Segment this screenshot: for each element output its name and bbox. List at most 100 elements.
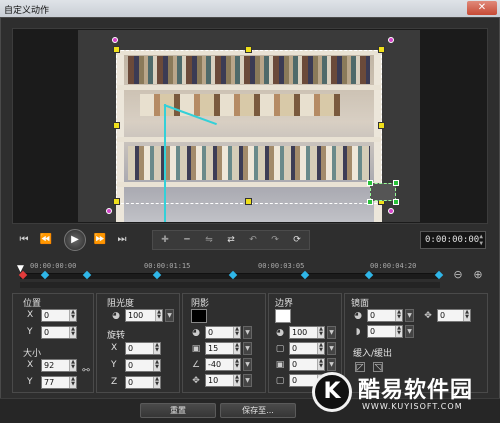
border-opacity-dropdown-icon[interactable]: ▼ [327, 326, 336, 339]
link-icon[interactable]: ⚯ [81, 366, 91, 376]
rotation-x-label: X [111, 343, 118, 353]
corner-handle-bottom-left[interactable] [106, 208, 112, 214]
resize-handle-top[interactable] [245, 46, 252, 53]
go-to-end-icon[interactable]: ⏭ [114, 232, 130, 248]
rotation-y-field[interactable]: 0 ▲ ▼ [125, 359, 161, 372]
position-label: 位置 [23, 299, 42, 309]
shadow-angle-icon: ∠ [191, 360, 201, 370]
add-keyframe-icon[interactable]: ✚ [157, 233, 173, 247]
shadow-handle-1[interactable] [367, 180, 373, 186]
size-label: 大小 [23, 349, 42, 359]
corner-handle-top-left[interactable] [112, 37, 118, 43]
opacity-dropdown-icon[interactable]: ▼ [165, 309, 174, 322]
resize-handle-top-right[interactable] [378, 46, 385, 53]
timeline-scrollbar[interactable] [20, 282, 440, 288]
border-width-icon: ▢ [275, 344, 285, 354]
go-to-start-icon[interactable]: ⏮ [16, 232, 32, 248]
shadow-label: 阴影 [191, 299, 210, 309]
shadow-blur-icon: ▣ [191, 344, 201, 354]
rotation-y-label: Y [111, 360, 117, 370]
border-width-dropdown-icon[interactable]: ▼ [327, 342, 336, 355]
shadow-handle-2[interactable] [393, 180, 399, 186]
opacity-icon: ◕ [112, 311, 120, 321]
close-icon[interactable]: ✕ [467, 1, 497, 15]
timecode-spinner-icon[interactable]: ▲ ▼ [479, 233, 483, 247]
swap-icon[interactable]: ⇄ [223, 233, 239, 247]
resize-handle-top-left[interactable] [113, 46, 120, 53]
ruler-label: 00:00:01:15 [144, 262, 191, 270]
shadow-distance-field[interactable]: 10 ▲ ▼ [205, 374, 241, 387]
timecode-value: 0:00:00:00 [425, 235, 480, 245]
shadow-blur-dropdown-icon[interactable]: ▼ [243, 342, 252, 355]
position-y-field[interactable]: 0 ▲ ▼ [41, 326, 77, 339]
border-width-field[interactable]: 0 ▲ ▼ [289, 342, 325, 355]
mirror-opacity-dropdown-icon[interactable]: ▼ [405, 309, 414, 322]
resize-handle-left[interactable] [113, 122, 120, 129]
play-icon: ▶ [71, 234, 79, 245]
size-y-field[interactable]: 77 ▲ ▼ [41, 376, 77, 389]
mirror-opacity-field[interactable]: 0 ▲ ▼ [367, 309, 403, 322]
mirror-move-icon: ✥ [424, 311, 432, 321]
shadow-handle-4[interactable] [393, 199, 399, 205]
shadow-distance-icon: ✥ [192, 376, 200, 386]
rotation-z-field[interactable]: 0 ▲ ▼ [125, 376, 161, 389]
watermark: K 酷易软件园 WWW.KUYISOFT.COM [308, 366, 500, 423]
rotation-x-field[interactable]: 0 ▲ ▼ [125, 342, 161, 355]
opacity-field[interactable]: 100 ▲ ▼ [125, 309, 163, 322]
shadow-opacity-dropdown-icon[interactable]: ▼ [243, 326, 252, 339]
prev-frame-icon[interactable]: ⏪ [38, 232, 54, 248]
reverse-icon[interactable]: ⇋ [201, 233, 217, 247]
timecode-field[interactable]: 0:00:00:00 ▲ ▼ [420, 231, 486, 249]
zoom-out-icon[interactable]: ⊖ [452, 269, 464, 281]
position-y-label: Y [27, 327, 33, 337]
position-x-field[interactable]: 0 ▲ ▼ [41, 309, 77, 322]
border-radius-icon: ▢ [275, 376, 285, 386]
ruler-label: 00:00:04:20 [370, 262, 417, 270]
shadow-distance-dropdown-icon[interactable]: ▼ [243, 374, 252, 387]
fade-label: 缓入/缓出 [353, 349, 393, 359]
timeline[interactable]: 00:00:00:00 00:00:01:15 00:00:03:05 00:0… [12, 260, 488, 290]
mirror-fade-field[interactable]: 0 ▲ ▼ [367, 325, 403, 338]
selection-rectangle[interactable] [116, 50, 382, 204]
watermark-url: WWW.KUYISOFT.COM [362, 402, 463, 411]
mirror-fade-dropdown-icon[interactable]: ▼ [405, 325, 414, 338]
corner-handle-bottom-right[interactable] [388, 208, 394, 214]
save-to-button[interactable]: 保存至... [220, 403, 296, 418]
title-bar: 自定义动作 ✕ [0, 0, 500, 17]
next-frame-icon[interactable]: ⏩ [92, 232, 108, 248]
corner-handle-top-right[interactable] [388, 37, 394, 43]
remove-keyframe-icon[interactable]: ━ [179, 233, 195, 247]
rotation-z-label: Z [111, 377, 118, 387]
shadow-opacity-field[interactable]: 0 ▲ ▼ [205, 326, 241, 339]
border-blur-icon: ▣ [275, 360, 285, 370]
size-x-label: X [27, 360, 34, 370]
ruler-label: 00:00:00:00 [30, 262, 77, 270]
zoom-in-icon[interactable]: ⊕ [472, 269, 484, 281]
play-button[interactable]: ▶ [64, 229, 86, 251]
move-right-icon[interactable]: ↷ [267, 233, 283, 247]
resize-handle-bottom[interactable] [245, 198, 252, 205]
preview-canvas[interactable] [78, 30, 420, 222]
shadow-angle-field[interactable]: -40 ▲ ▼ [205, 358, 241, 371]
move-left-icon[interactable]: ↶ [245, 233, 261, 247]
timeline-ruler: 00:00:00:00 00:00:01:15 00:00:03:05 00:0… [20, 262, 440, 272]
border-opacity-field[interactable]: 100 ▲ ▼ [289, 326, 325, 339]
mirror-distance-field[interactable]: 0 ▲ ▼ [437, 309, 471, 322]
mirror-label: 镜面 [351, 299, 370, 309]
shadow-opacity-icon: ◕ [192, 328, 200, 338]
position-x-label: X [27, 310, 34, 320]
opacity-label: 阻光度 [107, 299, 135, 309]
resize-handle-bottom-left[interactable] [113, 198, 120, 205]
reset-icon[interactable]: ⟳ [289, 233, 305, 247]
shadow-color-swatch[interactable] [191, 309, 207, 323]
border-label: 边界 [275, 299, 294, 309]
position-size-panel: 位置 X 0 ▲ ▼ Y 0 ▲ ▼ 大小 X 92 ▲ ▼ Y 77 ▲ ▼ ⚯ [12, 293, 94, 393]
resize-handle-right[interactable] [378, 122, 385, 129]
shadow-blur-field[interactable]: 15 ▲ ▼ [205, 342, 241, 355]
shadow-handle-3[interactable] [367, 199, 373, 205]
size-x-field[interactable]: 92 ▲ ▼ [41, 359, 77, 372]
border-color-swatch[interactable] [275, 309, 291, 323]
reset-button[interactable]: 重置 [140, 403, 216, 418]
shadow-angle-dropdown-icon[interactable]: ▼ [243, 358, 252, 371]
mirror-opacity-icon: ◕ [354, 311, 362, 321]
